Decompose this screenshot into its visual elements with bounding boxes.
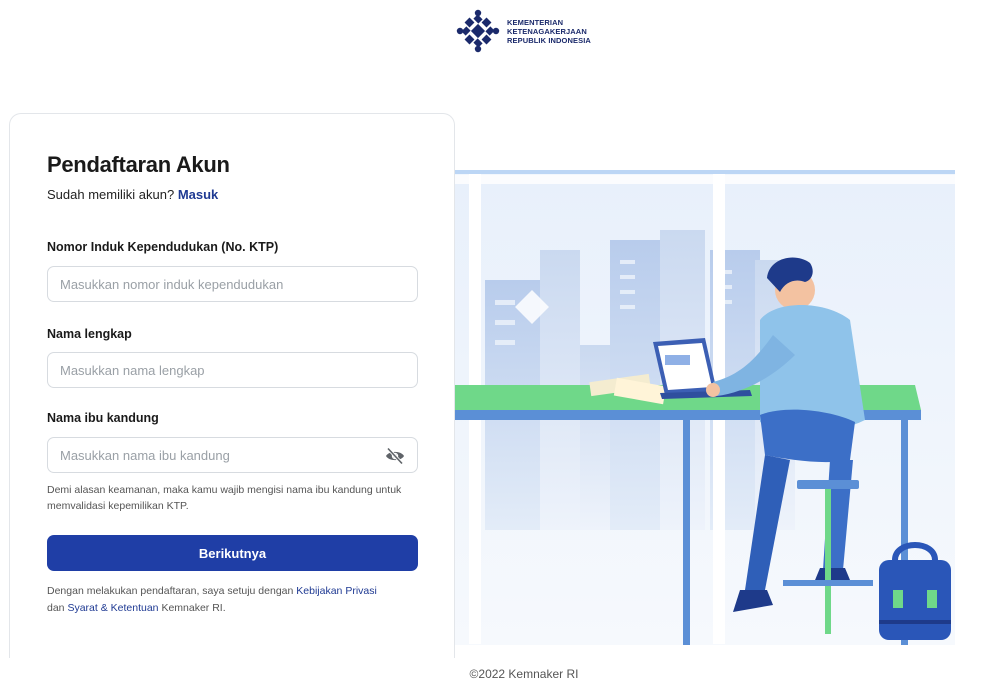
logo-line-1: KEMENTERIAN — [507, 17, 564, 27]
registration-page: KEMENTERIAN KETENAGAKERJAAN REPUBLIK IND… — [0, 0, 990, 680]
terms-part-2: dan — [47, 602, 65, 614]
nik-label: Nomor Induk Kependudukan (No. KTP) — [47, 240, 279, 254]
full-name-input[interactable] — [47, 352, 418, 388]
mother-name-hint: Demi alasan keamanan, maka kamu wajib me… — [47, 484, 402, 512]
logo-text: KEMENTERIAN KETENAGAKERJAAN REPUBLIK IND… — [507, 18, 591, 45]
logo-line-3: REPUBLIK INDONESIA — [507, 35, 591, 45]
kemnaker-emblem-icon — [456, 9, 500, 53]
mother-name-label: Nama ibu kandung — [47, 411, 159, 425]
full-name-label: Nama lengkap — [47, 327, 132, 341]
eye-slash-icon[interactable] — [385, 447, 405, 465]
terms-text: Dengan melakukan pendaftaran, saya setuj… — [47, 583, 427, 617]
mother-name-input[interactable] — [47, 437, 418, 473]
terms-conditions-link[interactable]: Syarat & Ketentuan — [67, 602, 158, 614]
registration-card: Pendaftaran Akun Sudah memiliki akun? Ma… — [9, 113, 455, 658]
kemnaker-logo: KEMENTERIAN KETENAGAKERJAAN REPUBLIK IND… — [455, 8, 591, 54]
next-button[interactable]: Berikutnya — [47, 535, 418, 571]
terms-part-3: Kemnaker RI. — [161, 602, 226, 614]
privacy-policy-link[interactable]: Kebijakan Privasi — [296, 585, 377, 597]
login-prompt-text: Sudah memiliki akun? — [47, 187, 175, 202]
login-prompt: Sudah memiliki akun? Masuk — [47, 187, 218, 202]
footer-copyright: ©2022 Kemnaker RI — [469, 667, 579, 680]
logo-line-2: KETENAGAKERJAAN — [507, 26, 587, 36]
office-worker-illustration — [455, 170, 955, 645]
page-title: Pendaftaran Akun — [47, 152, 230, 177]
nik-input[interactable] — [47, 266, 418, 302]
terms-part-1: Dengan melakukan pendaftaran, saya setuj… — [47, 585, 294, 597]
login-link[interactable]: Masuk — [178, 187, 218, 202]
